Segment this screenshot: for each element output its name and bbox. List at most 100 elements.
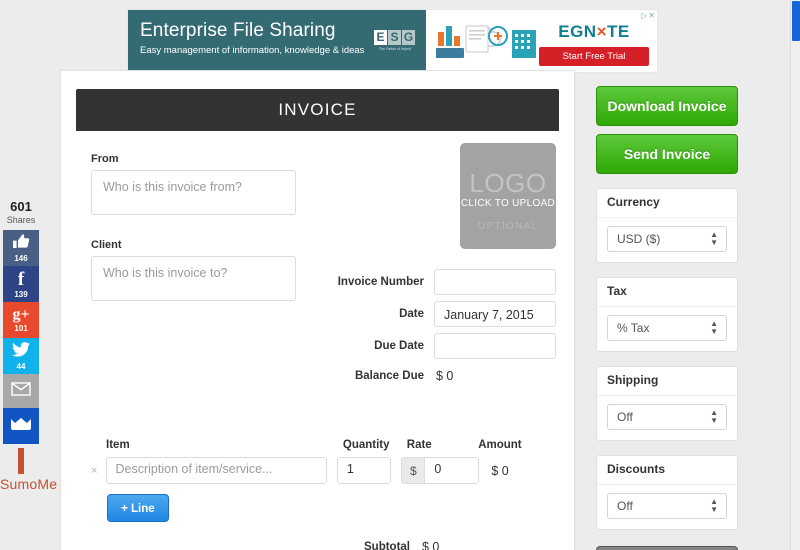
share-total-count: 601 — [10, 199, 32, 214]
column-header-quantity: Quantity — [342, 439, 390, 451]
line-item-description-input[interactable]: Description of item/service... — [105, 457, 327, 484]
invoice-card: INVOICE From Who is this invoice from? C… — [60, 70, 575, 550]
ad-illustration-icon — [432, 20, 542, 64]
logo-upload-box[interactable]: LOGO CLICK TO UPLOAD OPTIONAL — [460, 143, 556, 249]
column-header-amount: Amount — [478, 439, 522, 451]
line-item-rate-input[interactable]: 0 — [424, 457, 480, 484]
line-item-rate-group: $ 0 — [401, 457, 480, 484]
share-count-twitter: 44 — [16, 361, 26, 371]
chevron-updown-icon: ▲ ▼ — [710, 230, 718, 247]
balance-due-value: $ 0 — [436, 369, 454, 383]
esg-tagline: The Father of Hybrid — [378, 47, 412, 51]
currency-select[interactable]: USD ($) ▲ ▼ — [607, 226, 727, 252]
invoice-title: INVOICE — [76, 89, 559, 131]
ad-subline: Easy management of information, knowledg… — [140, 45, 365, 56]
egnyte-logo-pre: EGN — [558, 22, 597, 41]
egnyte-logo: EGN×TE — [539, 22, 649, 42]
sumome-share-rail: 601 Shares 146 f 139 g+ 101 44 SumoMe — [0, 190, 58, 493]
from-input[interactable]: Who is this invoice from? — [91, 170, 296, 215]
esg-letter-g: G — [402, 30, 415, 45]
share-button-facebook-like[interactable]: 146 — [3, 230, 39, 266]
ad-left-panel: Enterprise File Sharing Easy management … — [128, 10, 426, 72]
invoice-totals: Subtotal $ 0 — [91, 540, 544, 550]
invoice-due-date-input[interactable] — [434, 333, 556, 359]
esg-letter-e: E — [374, 30, 387, 45]
subtotal-row: Subtotal $ 0 — [91, 540, 544, 550]
envelope-icon — [11, 382, 31, 400]
twitter-icon — [12, 341, 30, 361]
ad-choices-icon[interactable]: ▷✕ — [641, 11, 656, 20]
ad-banner[interactable]: Enterprise File Sharing Easy management … — [128, 10, 657, 72]
balance-due-label: Balance Due — [354, 370, 424, 382]
esg-logo: E S G The Father of Hybrid — [374, 19, 416, 72]
line-item-quantity-input[interactable]: 1 — [336, 457, 392, 484]
line-item-row: × Description of item/service... 1 $ 0 $… — [91, 457, 544, 484]
sumome-pointer-bar — [18, 448, 24, 474]
sumome-brand-label: SumoMe — [0, 476, 58, 492]
client-input[interactable]: Who is this invoice to? — [91, 256, 296, 301]
ad-cta-button[interactable]: Start Free Trial — [539, 47, 649, 66]
invoice-due-date-row: Due Date — [326, 333, 556, 359]
invoice-sidebar: Download Invoice Send Invoice Currency U… — [596, 86, 738, 550]
chevron-updown-icon: ▲ ▼ — [710, 319, 718, 336]
share-button-email[interactable] — [3, 374, 39, 408]
logo-optional-hint: OPTIONAL — [477, 221, 539, 232]
ad-headline: Enterprise File Sharing — [140, 20, 336, 41]
discounts-select-value: Off — [617, 499, 633, 513]
page-root: 601 Shares 146 f 139 g+ 101 44 SumoMe En… — [0, 0, 800, 550]
discounts-select[interactable]: Off ▲ ▼ — [607, 493, 727, 519]
subtotal-value: $ 0 — [422, 540, 440, 550]
logo-click-hint: CLICK TO UPLOAD — [460, 198, 556, 209]
subtotal-label: Subtotal — [364, 541, 410, 550]
invoice-number-input[interactable] — [434, 269, 556, 295]
share-count-facebook-like: 146 — [14, 253, 28, 263]
invoice-date-input[interactable]: January 7, 2015 — [434, 301, 556, 327]
remove-line-icon[interactable]: × — [91, 465, 106, 477]
line-item-amount-value: $ 0 — [491, 463, 509, 478]
share-count-facebook: 139 — [14, 289, 28, 299]
tax-select[interactable]: % Tax ▲ ▼ — [607, 315, 727, 341]
share-button-google-plus[interactable]: g+ 101 — [3, 302, 39, 338]
chevron-updown-icon: ▲ ▼ — [710, 497, 718, 514]
egnyte-logo-post: TE — [607, 22, 630, 41]
column-header-item: Item — [106, 439, 130, 451]
share-button-twitter[interactable]: 44 — [3, 338, 39, 374]
esg-letters: E S G — [374, 30, 416, 45]
shipping-panel: Shipping Off ▲ ▼ — [596, 366, 738, 441]
share-button-sumome[interactable] — [3, 408, 39, 444]
add-line-label: Line — [131, 503, 155, 515]
google-plus-icon: g+ — [12, 306, 30, 323]
invoice-body: From Who is this invoice from? Client Wh… — [61, 131, 574, 550]
send-invoice-button[interactable]: Send Invoice — [596, 134, 738, 174]
tax-panel-title: Tax — [597, 284, 737, 307]
plus-icon: + — [121, 501, 129, 515]
shipping-select[interactable]: Off ▲ ▼ — [607, 404, 727, 430]
thumbs-up-icon — [12, 233, 30, 253]
invoice-number-label: Invoice Number — [337, 276, 424, 288]
share-total-label: Shares — [6, 215, 36, 225]
invoice-number-row: Invoice Number — [326, 269, 556, 295]
line-items-table: Item Quantity Rate Amount × Description … — [91, 439, 544, 522]
using-default-template-button[interactable]: Using Default Template — [596, 546, 738, 550]
page-scrollbar-thumb[interactable] — [792, 1, 800, 41]
ad-brand-block: EGN×TE Start Free Trial — [539, 22, 649, 66]
download-invoice-button[interactable]: Download Invoice — [596, 86, 738, 126]
invoice-meta-fields: Invoice Number Date January 7, 2015 Due … — [326, 269, 556, 389]
ad-right-panel: ▷✕ EGN×TE Start Free Trial — [426, 10, 657, 72]
page-scrollbar[interactable] — [790, 0, 800, 550]
currency-symbol-addon: $ — [401, 457, 425, 484]
currency-panel: Currency USD ($) ▲ ▼ — [596, 188, 738, 263]
share-button-list: 146 f 139 g+ 101 44 — [3, 230, 39, 444]
egnyte-logo-star-icon: × — [596, 22, 608, 41]
tax-panel: Tax % Tax ▲ ▼ — [596, 277, 738, 352]
share-count-google-plus: 101 — [14, 324, 28, 333]
column-header-rate: Rate — [406, 439, 432, 451]
shipping-select-value: Off — [617, 410, 633, 424]
ad-copy: Enterprise File Sharing Easy management … — [140, 19, 364, 72]
balance-due-row: Balance Due $ 0 — [326, 369, 556, 383]
invoice-date-label: Date — [399, 308, 424, 320]
add-line-button[interactable]: + Line — [107, 494, 169, 522]
line-items-header-row: Item Quantity Rate Amount — [91, 439, 544, 457]
crown-icon — [11, 418, 31, 434]
share-button-facebook[interactable]: f 139 — [3, 266, 39, 302]
